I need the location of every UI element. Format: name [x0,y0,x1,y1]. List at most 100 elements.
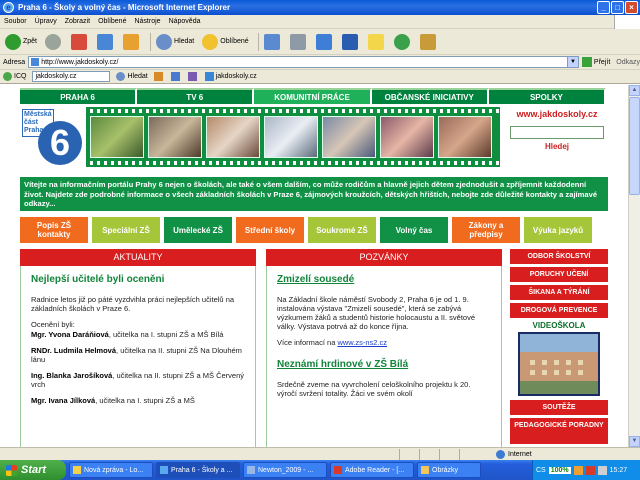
site-search-input[interactable] [510,126,604,139]
tray-app-icon[interactable] [585,465,595,475]
toolbar-mail-button[interactable] [170,72,182,81]
aktuality-column: AKTUALITY Nejlepší učitelé byli oceněni … [20,249,256,447]
film-perforation [86,109,500,113]
article-title[interactable]: Zmizelí sousedé [277,274,491,285]
sidebar-drogova-prevence[interactable]: DROGOVÁ PREVENCE [510,303,608,318]
maximize-button[interactable]: □ [611,1,624,14]
menu-napoveda[interactable]: Nápověda [169,18,201,25]
nav-praha6[interactable]: PRAHA 6 [20,88,138,104]
home-button[interactable] [121,32,143,52]
cat-soukrome-zs[interactable]: Soukromé ZŠ [308,217,376,243]
article-title[interactable]: Neznámí hrdinové v ZŠ Bílá [277,359,491,370]
vertical-scrollbar[interactable]: ▲ ▼ [628,85,640,447]
minimize-button[interactable]: _ [597,1,610,14]
research-button[interactable] [418,32,440,52]
messenger-button[interactable] [314,32,336,52]
refresh-button[interactable] [95,32,117,52]
window-controls: _ □ × [597,1,638,14]
go-button[interactable]: Přejít [581,57,610,67]
close-button[interactable]: × [625,1,638,14]
address-input[interactable]: http://www.jakdoskoly.cz/ ▼ [28,56,579,68]
scroll-thumb[interactable] [629,97,640,195]
menu-oblibene[interactable]: Oblíbené [98,18,126,25]
task-obrazky[interactable]: Obrázky [417,462,481,478]
page-icon [204,72,214,81]
toolbar-site-button[interactable]: jakdoskoly.cz [204,72,257,81]
pozvanky-heading: POZVÁNKY [266,249,502,266]
home-icon [123,33,140,50]
logo-line: Městská [24,111,52,118]
right-sidebar: ODBOR ŠKOLSTVÍ PORUCHY UČENÍ ŠIKANA A TÝ… [510,249,608,447]
cat-vyuka-jazyku[interactable]: Výuka jazyků [524,217,592,243]
print-button[interactable] [288,32,310,52]
mail-icon [170,72,180,81]
more-info-link[interactable]: www.zs-ns2.cz [337,338,387,347]
menu-bar: Soubor Úpravy Zobrazit Oblíbené Nástroje… [0,15,640,29]
forward-arrow-icon [45,33,62,50]
menu-soubor[interactable]: Soubor [4,18,27,25]
sidebar-souteze[interactable]: SOUTĚŽE [510,400,608,415]
language-indicator[interactable]: CS [536,467,546,474]
notes-button[interactable] [366,32,388,52]
mail-button[interactable] [262,32,284,52]
star-icon [202,33,219,50]
status-segment [420,448,440,460]
addon-button[interactable] [392,32,414,52]
speaker-icon[interactable] [597,465,607,475]
back-button[interactable]: Zpět [3,32,39,52]
aktuality-heading: AKTUALITY [20,249,256,266]
nav-komunitni-prace[interactable]: KOMUNITNÍ PRÁCE [254,88,372,104]
videoskola-thumbnail[interactable] [518,332,600,396]
search-button[interactable]: Hledat [154,32,196,52]
menu-upravy[interactable]: Úpravy [35,18,57,25]
sidebar-odbor-skolstvi[interactable]: ODBOR ŠKOLSTVÍ [510,249,608,264]
toolbar-search-input[interactable]: jakdoskoly.cz [32,71,111,82]
start-button[interactable]: Start [0,460,66,480]
word-button[interactable] [340,32,362,52]
nav-spolky[interactable]: SPOLKY [488,88,607,104]
cat-stredni-skoly[interactable]: Střední školy [236,217,304,243]
praha6-logo[interactable]: Městská část Praha 6 [20,107,84,167]
forward-button[interactable] [43,32,65,52]
cat-volny-cas[interactable]: Volný čas [380,217,448,243]
task-newton[interactable]: Newton_2009 - ... [243,462,327,478]
stop-button[interactable] [69,32,91,52]
menu-nastroje[interactable]: Nástroje [134,18,160,25]
go-arrow-icon [581,57,592,67]
tray-app-icon[interactable] [573,465,583,475]
toolbar-separator [150,32,152,51]
site-search-button[interactable]: Hledej [544,142,569,151]
sidebar-poruchy-uceni[interactable]: PORUCHY UČENÍ [510,267,608,282]
chevron-down-icon[interactable]: ▼ [566,57,578,67]
toolbar-search-button[interactable]: Hledat [116,72,148,81]
icq-button[interactable]: ICQ [3,72,26,81]
favorites-button[interactable]: Oblíbené [200,32,250,52]
pozvanky-body: Zmizelí sousedé Na Základní škole náměst… [266,266,502,447]
browser-toolbar: Zpět Hledat Oblíbené [0,29,640,55]
task-adobe-reader[interactable]: Adobe Reader - [... [330,462,414,478]
scroll-down-arrow-icon[interactable]: ▼ [629,436,640,447]
cat-umelecke-zs[interactable]: Umělecké ZŠ [164,217,232,243]
toolbar-tool-button[interactable] [153,72,165,81]
toolbar-search-field-wrap: jakdoskoly.cz [32,71,111,82]
battery-indicator[interactable]: 100% [548,466,571,474]
task-label: Nová zpráva - Lo... [84,466,144,474]
task-ie[interactable]: Praha 6 - Školy a ... [156,462,240,478]
sidebar-sikana[interactable]: ŠIKANA A TÝRÁNÍ [510,285,608,300]
cat-popis-zs[interactable]: Popis ZŠ kontakty [20,217,88,243]
article-paragraph: Na Základní škole náměstí Svobody 2, Pra… [277,295,476,331]
sidebar-pedagogicke-poradny[interactable]: PEDAGOGICKÉ PORADNY [510,418,608,444]
nav-obcanske-iniciativy[interactable]: OBČANSKÉ INICIATIVY [371,88,489,104]
scroll-up-arrow-icon[interactable]: ▲ [629,85,640,96]
article-title[interactable]: Nejlepší učitelé byli oceněni [31,274,245,285]
aktuality-body: Nejlepší učitelé byli oceněni Radnice le… [20,266,256,447]
clock[interactable]: 15:27 [610,467,628,474]
toolbar-user-button[interactable] [187,72,199,81]
cat-specialni-zs[interactable]: Speciální ZŠ [92,217,160,243]
nav-tv6[interactable]: TV 6 [137,88,255,104]
cat-zakony[interactable]: Zákony a předpisy [452,217,520,243]
menu-zobrazit[interactable]: Zobrazit [65,18,90,25]
logo-number: 6 [38,121,82,165]
links-label[interactable]: Odkazy [616,59,640,66]
task-outlook[interactable]: Nová zpráva - Lo... [69,462,153,478]
